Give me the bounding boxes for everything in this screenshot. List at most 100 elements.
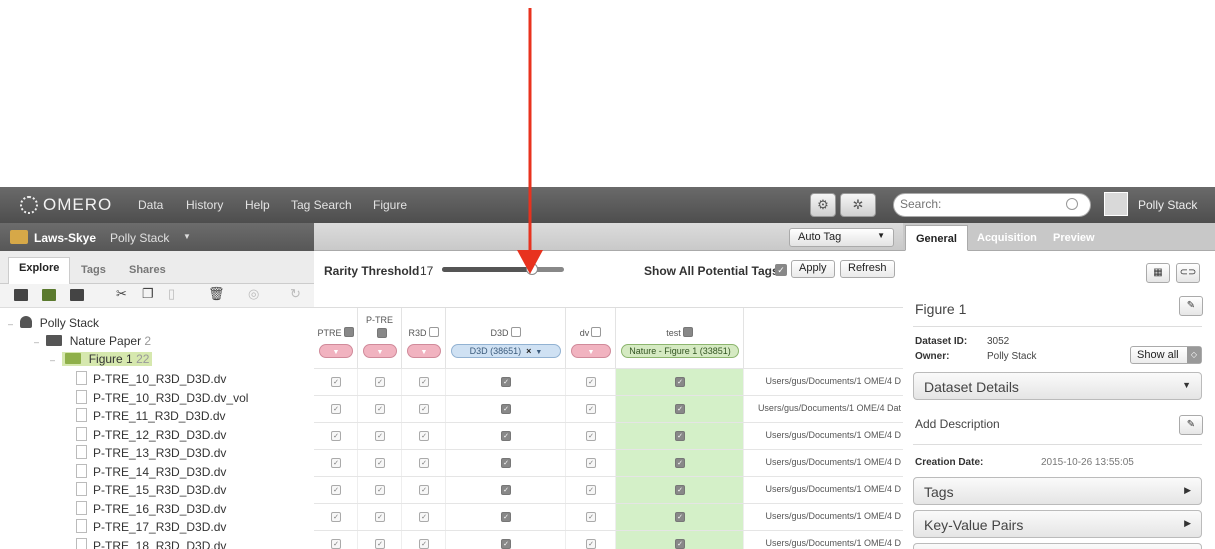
column-checkbox[interactable] — [591, 327, 602, 337]
tag-checkbox[interactable]: ✓ — [501, 458, 511, 468]
tag-checkbox[interactable]: ✓ — [375, 404, 385, 414]
new-dataset-icon[interactable] — [42, 289, 56, 301]
table-row[interactable]: ✓ ✓ ✓ ✓ ✓ ✓ Users/gus/Documents/1 OME/4 Dat — [314, 395, 903, 422]
tree-image-item[interactable]: P-TRE_11_R3D_D3D.dv — [76, 408, 226, 424]
next-section-toggle[interactable] — [913, 543, 1202, 549]
tag-checkbox[interactable]: ✓ — [586, 458, 596, 468]
tree-image-item[interactable]: P-TRE_17_R3D_D3D.dv — [76, 519, 226, 535]
nav-tag-search[interactable]: Tag Search — [291, 198, 352, 212]
nav-help[interactable]: Help — [245, 198, 270, 212]
tree-image-item[interactable]: P-TRE_10_R3D_D3D.dv — [76, 371, 226, 387]
group-switcher[interactable]: Laws-Skye Polly Stack ▼ — [0, 223, 314, 251]
tag-checkbox[interactable]: ✓ — [586, 377, 596, 387]
tag-checkbox[interactable]: ✓ — [501, 512, 511, 522]
new-screen-icon[interactable] — [70, 289, 84, 301]
refresh-button[interactable]: Refresh — [840, 260, 895, 278]
tag-checkbox[interactable]: ✓ — [331, 431, 341, 441]
tree-image-item[interactable]: P-TRE_10_R3D_D3D.dv_vol — [76, 389, 248, 406]
rarity-slider[interactable] — [442, 267, 564, 272]
tree-project[interactable]: – Nature Paper 2 — [34, 334, 151, 350]
tag-checkbox[interactable]: ✓ — [331, 404, 341, 414]
tag-checkbox[interactable]: ✓ — [331, 512, 341, 522]
tree-image-item[interactable]: P-TRE_18_R3D_D3D.dv — [76, 537, 226, 549]
tag-checkbox[interactable]: ✓ — [501, 431, 511, 441]
column-checkbox[interactable] — [428, 327, 439, 337]
cut-icon[interactable]: ✂ — [116, 286, 127, 302]
tag-checkbox[interactable]: ✓ — [331, 458, 341, 468]
table-row[interactable]: ✓ ✓ ✓ ✓ ✓ ✓ Users/gus/Documents/1 OME/4 D — [314, 530, 903, 549]
tag-selector[interactable]: D3D (38651) × ▼ — [451, 344, 561, 358]
activities-button[interactable]: ✲ — [840, 193, 876, 217]
close-icon[interactable]: × — [526, 346, 531, 356]
chgrp-icon[interactable]: ◎ — [248, 286, 259, 302]
tag-checkbox[interactable]: ✓ — [675, 431, 685, 441]
key-value-pairs-toggle[interactable]: Key-Value Pairs ▶ — [913, 510, 1202, 538]
tree-user[interactable]: – Polly Stack — [8, 316, 99, 332]
tag-checkbox[interactable]: ✓ — [675, 404, 685, 414]
scripts-button[interactable]: ⚙ — [810, 193, 836, 217]
tag-checkbox[interactable]: ✓ — [586, 404, 596, 414]
tag-checkbox[interactable]: ✓ — [331, 377, 341, 387]
refresh-icon[interactable]: ↻ — [290, 286, 301, 302]
tree-image-item[interactable]: P-TRE_13_R3D_D3D.dv — [76, 445, 226, 461]
tab-shares[interactable]: Shares — [118, 259, 177, 281]
nav-figure[interactable]: Figure — [373, 198, 407, 212]
column-checkbox[interactable] — [510, 327, 521, 337]
tag-checkbox[interactable]: ✓ — [331, 485, 341, 495]
tag-checkbox[interactable]: ✓ — [419, 485, 429, 495]
table-row[interactable]: ✓ ✓ ✓ ✓ ✓ ✓ Users/gus/Documents/1 OME/4 D — [314, 422, 903, 449]
tag-checkbox[interactable]: ✓ — [375, 539, 385, 549]
tag-checkbox[interactable]: ✓ — [586, 539, 596, 549]
user-menu[interactable]: Polly Stack — [1138, 198, 1197, 212]
tag-checkbox[interactable]: ✓ — [375, 377, 385, 387]
link-button[interactable]: ⊂⊃ — [1176, 263, 1200, 283]
column-checkbox[interactable] — [377, 328, 387, 338]
tab-tags[interactable]: Tags — [70, 259, 117, 281]
tag-checkbox[interactable]: ✓ — [501, 539, 511, 549]
tag-checkbox[interactable]: ✓ — [501, 404, 511, 414]
paste-icon[interactable]: ▯ — [168, 286, 175, 302]
search-icon[interactable] — [1066, 198, 1078, 210]
tag-checkbox[interactable]: ✓ — [419, 431, 429, 441]
tag-checkbox[interactable]: ✓ — [586, 512, 596, 522]
column-checkbox[interactable] — [682, 327, 693, 337]
copy-icon[interactable]: ❐ — [142, 286, 154, 302]
tab-acquisition[interactable]: Acquisition — [967, 225, 1047, 251]
tag-checkbox[interactable]: ✓ — [586, 431, 596, 441]
tag-checkbox[interactable]: ✓ — [419, 377, 429, 387]
table-row[interactable]: ✓ ✓ ✓ ✓ ✓ ✓ Users/gus/Documents/1 OME/4 D — [314, 449, 903, 476]
nav-history[interactable]: History — [186, 198, 223, 212]
tag-checkbox[interactable]: ✓ — [419, 458, 429, 468]
tag-checkbox[interactable]: ✓ — [375, 431, 385, 441]
tag-selector[interactable]: ▼ — [571, 344, 611, 358]
tag-checkbox[interactable]: ✓ — [375, 485, 385, 495]
tag-checkbox[interactable]: ✓ — [331, 539, 341, 549]
tag-checkbox[interactable]: ✓ — [501, 485, 511, 495]
show-all-tags-checkbox[interactable]: ✓ — [775, 264, 787, 276]
edit-name-button[interactable]: ✎ — [1179, 296, 1203, 316]
tag-checkbox[interactable]: ✓ — [675, 512, 685, 522]
tab-general[interactable]: General — [905, 225, 968, 251]
table-row[interactable]: ✓ ✓ ✓ ✓ ✓ ✓ Users/gus/Documents/1 OME/4 D — [314, 476, 903, 503]
dataset-details-toggle[interactable]: Dataset Details ▼ — [913, 372, 1202, 400]
tag-checkbox[interactable]: ✓ — [419, 539, 429, 549]
tag-checkbox[interactable]: ✓ — [675, 458, 685, 468]
tab-explore[interactable]: Explore — [8, 257, 71, 285]
tag-selector[interactable]: ▼ — [407, 344, 441, 358]
tab-preview[interactable]: Preview — [1043, 225, 1105, 251]
tag-checkbox[interactable]: ✓ — [675, 485, 685, 495]
tag-checkbox[interactable]: ✓ — [501, 377, 511, 387]
search-input[interactable] — [900, 197, 1060, 211]
tree-image-item[interactable]: P-TRE_12_R3D_D3D.dv — [76, 426, 226, 443]
tag-checkbox[interactable]: ✓ — [375, 458, 385, 468]
tag-checkbox[interactable]: ✓ — [675, 377, 685, 387]
tree-image-item[interactable]: P-TRE_14_R3D_D3D.dv — [76, 463, 226, 480]
omero-logo[interactable]: OMERO — [20, 195, 112, 215]
tag-checkbox[interactable]: ✓ — [375, 512, 385, 522]
tag-checkbox[interactable]: ✓ — [586, 485, 596, 495]
tag-selector[interactable]: Nature - Figure 1 (33851) — [621, 344, 739, 358]
grid-view-button[interactable]: ▦ — [1146, 263, 1170, 283]
new-project-icon[interactable] — [14, 289, 28, 301]
tags-toggle[interactable]: Tags ▶ — [913, 477, 1202, 505]
table-row[interactable]: ✓ ✓ ✓ ✓ ✓ ✓ Users/gus/Documents/1 OME/4 D — [314, 368, 903, 395]
